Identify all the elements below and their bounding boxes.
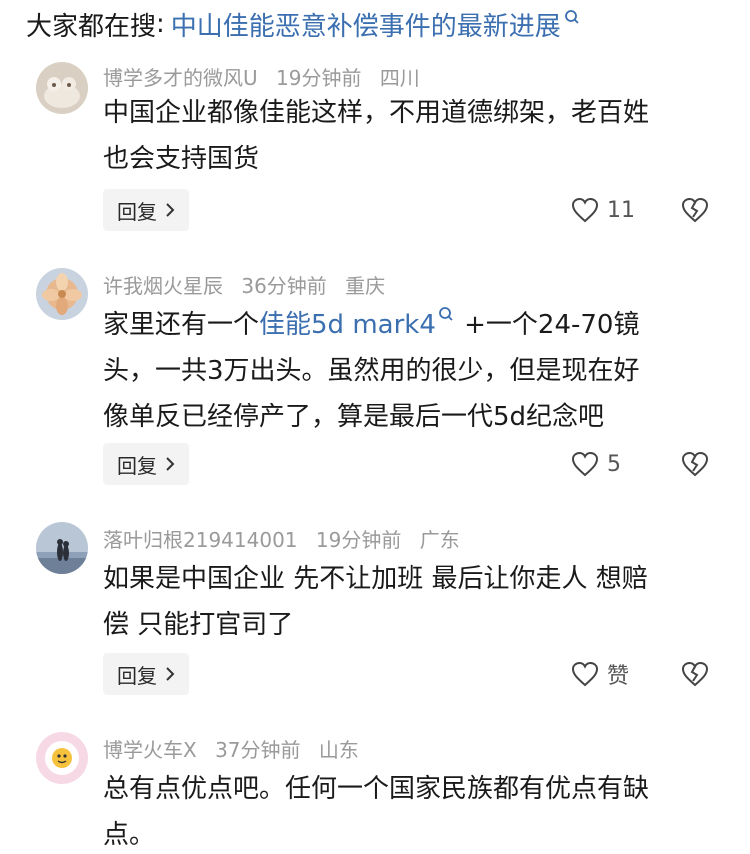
comment-line: 中国企业都像佳能这样，不用道德绑架，老百姓	[103, 98, 650, 128]
heart-icon	[571, 451, 599, 477]
comment-username[interactable]: 许我烟火星辰	[103, 274, 223, 298]
search-suggestion-topic[interactable]: 中山佳能恶意补偿事件的最新进展	[171, 6, 561, 43]
comment-username[interactable]: 博学多才的微风U	[103, 66, 258, 90]
comment-line: 头，一共3万出头。虽然用的很少，但是现在好	[103, 356, 640, 386]
comment-username[interactable]: 落叶归根219414001	[103, 528, 298, 552]
avatar[interactable]	[36, 522, 88, 574]
like-button[interactable]: 赞	[571, 653, 629, 695]
reply-button[interactable]: 回复	[103, 189, 189, 231]
chevron-right-icon	[166, 667, 175, 681]
search-suggestion-bar[interactable]: 大家都在搜 : 中山佳能恶意补偿事件的最新进展	[0, 0, 750, 48]
comment-location: 广东	[419, 528, 460, 552]
reply-label: 回复	[117, 663, 157, 688]
dislike-button[interactable]	[681, 653, 711, 695]
heart-icon	[571, 661, 599, 687]
comment-time: 19分钟前	[315, 528, 402, 552]
broken-heart-icon	[681, 451, 709, 477]
comment-text-prefix: 家里还有一个	[103, 310, 260, 340]
reply-button[interactable]: 回复	[103, 653, 189, 695]
like-count: 11	[607, 197, 635, 223]
comment-time: 19分钟前	[276, 66, 362, 90]
comment-time: 36分钟前	[241, 274, 327, 298]
comment-meta: 许我烟火星辰 36分钟前 重庆	[103, 270, 397, 299]
broken-heart-icon	[681, 661, 709, 687]
chevron-right-icon	[166, 457, 175, 471]
comment-line: 也会支持国货	[103, 144, 260, 174]
comment-line: 点。	[103, 820, 156, 850]
avatar[interactable]	[36, 732, 88, 784]
chevron-right-icon	[166, 203, 175, 217]
comment-username[interactable]: 博学火车X	[103, 738, 197, 762]
reply-button[interactable]: 回复	[103, 443, 189, 485]
comment-meta: 博学火车X 37分钟前 山东	[103, 734, 371, 763]
search-icon	[564, 10, 579, 24]
reply-label: 回复	[117, 453, 157, 478]
comment-line: 像单反已经停产了，算是最后一代5d纪念吧	[103, 402, 605, 432]
comment-location: 山东	[318, 738, 359, 762]
comment-text: 如果是中国企业 先不让加班 最后让你走人 想赔 偿 只能打官司了	[103, 556, 723, 648]
avatar[interactable]	[36, 62, 88, 114]
comment-location: 四川	[379, 66, 420, 90]
dislike-button[interactable]	[681, 189, 711, 231]
comment-line: 家里还有一个佳能5d mark4 +一个24-70镜	[103, 302, 723, 348]
heart-icon	[571, 197, 599, 223]
comment-text: 中国企业都像佳能这样，不用道德绑架，老百姓 也会支持国货	[103, 90, 723, 182]
comment-meta: 落叶归根219414001 19分钟前 广东	[103, 524, 472, 553]
comment-time: 37分钟前	[215, 738, 301, 762]
comment-text-suffix: +一个24-70镜	[455, 310, 640, 340]
like-button[interactable]: 11	[571, 189, 635, 231]
like-count: 5	[607, 451, 621, 477]
search-suggestion-prefix: 大家都在搜	[26, 11, 157, 42]
search-icon	[438, 307, 453, 321]
comment-line: 总有点优点吧。任何一个国家民族都有优点有缺	[103, 774, 650, 804]
like-button[interactable]: 5	[571, 443, 621, 485]
broken-heart-icon	[681, 197, 709, 223]
avatar[interactable]	[36, 268, 88, 320]
comment-line: 偿 只能打官司了	[103, 610, 294, 640]
comment-location: 重庆	[345, 274, 386, 298]
search-suggestion-colon: :	[156, 9, 165, 39]
comment-line: 如果是中国企业 先不让加班 最后让你走人 想赔	[103, 564, 648, 594]
comment-meta: 博学多才的微风U 19分钟前 四川	[103, 62, 432, 91]
comment-text: 家里还有一个佳能5d mark4 +一个24-70镜 头，一共3万出头。虽然用的…	[103, 302, 723, 440]
reply-label: 回复	[117, 199, 157, 224]
like-count: 赞	[607, 664, 630, 689]
comment-text: 总有点优点吧。任何一个国家民族都有优点有缺 点。	[103, 766, 723, 854]
product-link[interactable]: 佳能5d mark4	[259, 310, 436, 340]
dislike-button[interactable]	[681, 443, 711, 485]
